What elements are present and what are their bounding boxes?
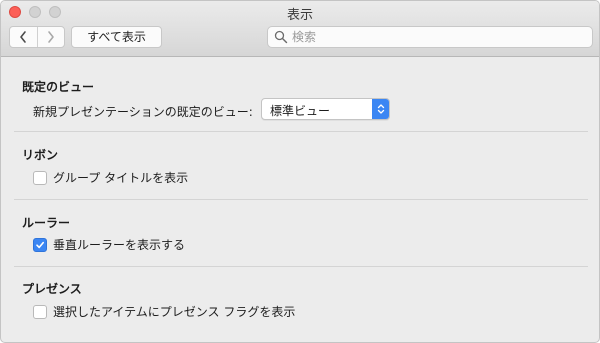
chevron-right-icon [47, 31, 54, 43]
section-title-default-view: 既定のビュー [22, 80, 95, 94]
section-divider [14, 131, 588, 132]
default-view-select[interactable]: 標準ビュー [261, 98, 390, 120]
ruler-option-row[interactable]: 垂直ルーラーを表示する [33, 236, 185, 253]
search-input[interactable] [292, 30, 572, 44]
preferences-content: 既定のビュー 新規プレゼンテーションの既定のビュー: 標準ビュー リボン グルー… [1, 58, 599, 342]
vertical-ruler-label: 垂直ルーラーを表示する [53, 238, 186, 252]
default-view-select-value: 標準ビュー [270, 104, 331, 118]
back-button[interactable] [10, 27, 37, 47]
section-divider [14, 199, 588, 200]
title-bar: 表示 すべて表示 [1, 1, 599, 57]
ribbon-option-row[interactable]: グループ タイトルを表示 [33, 169, 188, 186]
navigation-buttons [9, 26, 65, 48]
section-title-presence: プレゼンス [22, 282, 82, 296]
vertical-ruler-checkbox[interactable] [33, 237, 47, 252]
select-stepper [372, 99, 389, 119]
forward-button[interactable] [36, 27, 65, 47]
section-title-ribbon: リボン [22, 148, 59, 162]
checkmark-icon [36, 241, 44, 248]
chevron-left-icon [20, 31, 27, 43]
presence-option-row[interactable]: 選択したアイテムにプレゼンス フラグを表示 [33, 303, 295, 320]
presence-flags-label: 選択したアイテムにプレゼンス フラグを表示 [53, 305, 296, 319]
show-all-button[interactable]: すべて表示 [71, 26, 162, 48]
show-group-titles-label: グループ タイトルを表示 [53, 171, 189, 185]
up-down-arrows-icon [377, 104, 384, 114]
default-view-label: 新規プレゼンテーションの既定のビュー: [33, 105, 253, 119]
window-title: 表示 [286, 8, 313, 23]
preferences-window: 表示 すべて表示 既定のビュー 新規プレゼンテーションの [0, 0, 600, 343]
section-title-ruler: ルーラー [22, 216, 71, 230]
show-group-titles-checkbox[interactable] [33, 170, 47, 185]
presence-flags-checkbox[interactable] [33, 304, 47, 319]
search-field[interactable] [267, 26, 593, 48]
section-divider [14, 266, 588, 267]
search-icon [274, 30, 288, 44]
